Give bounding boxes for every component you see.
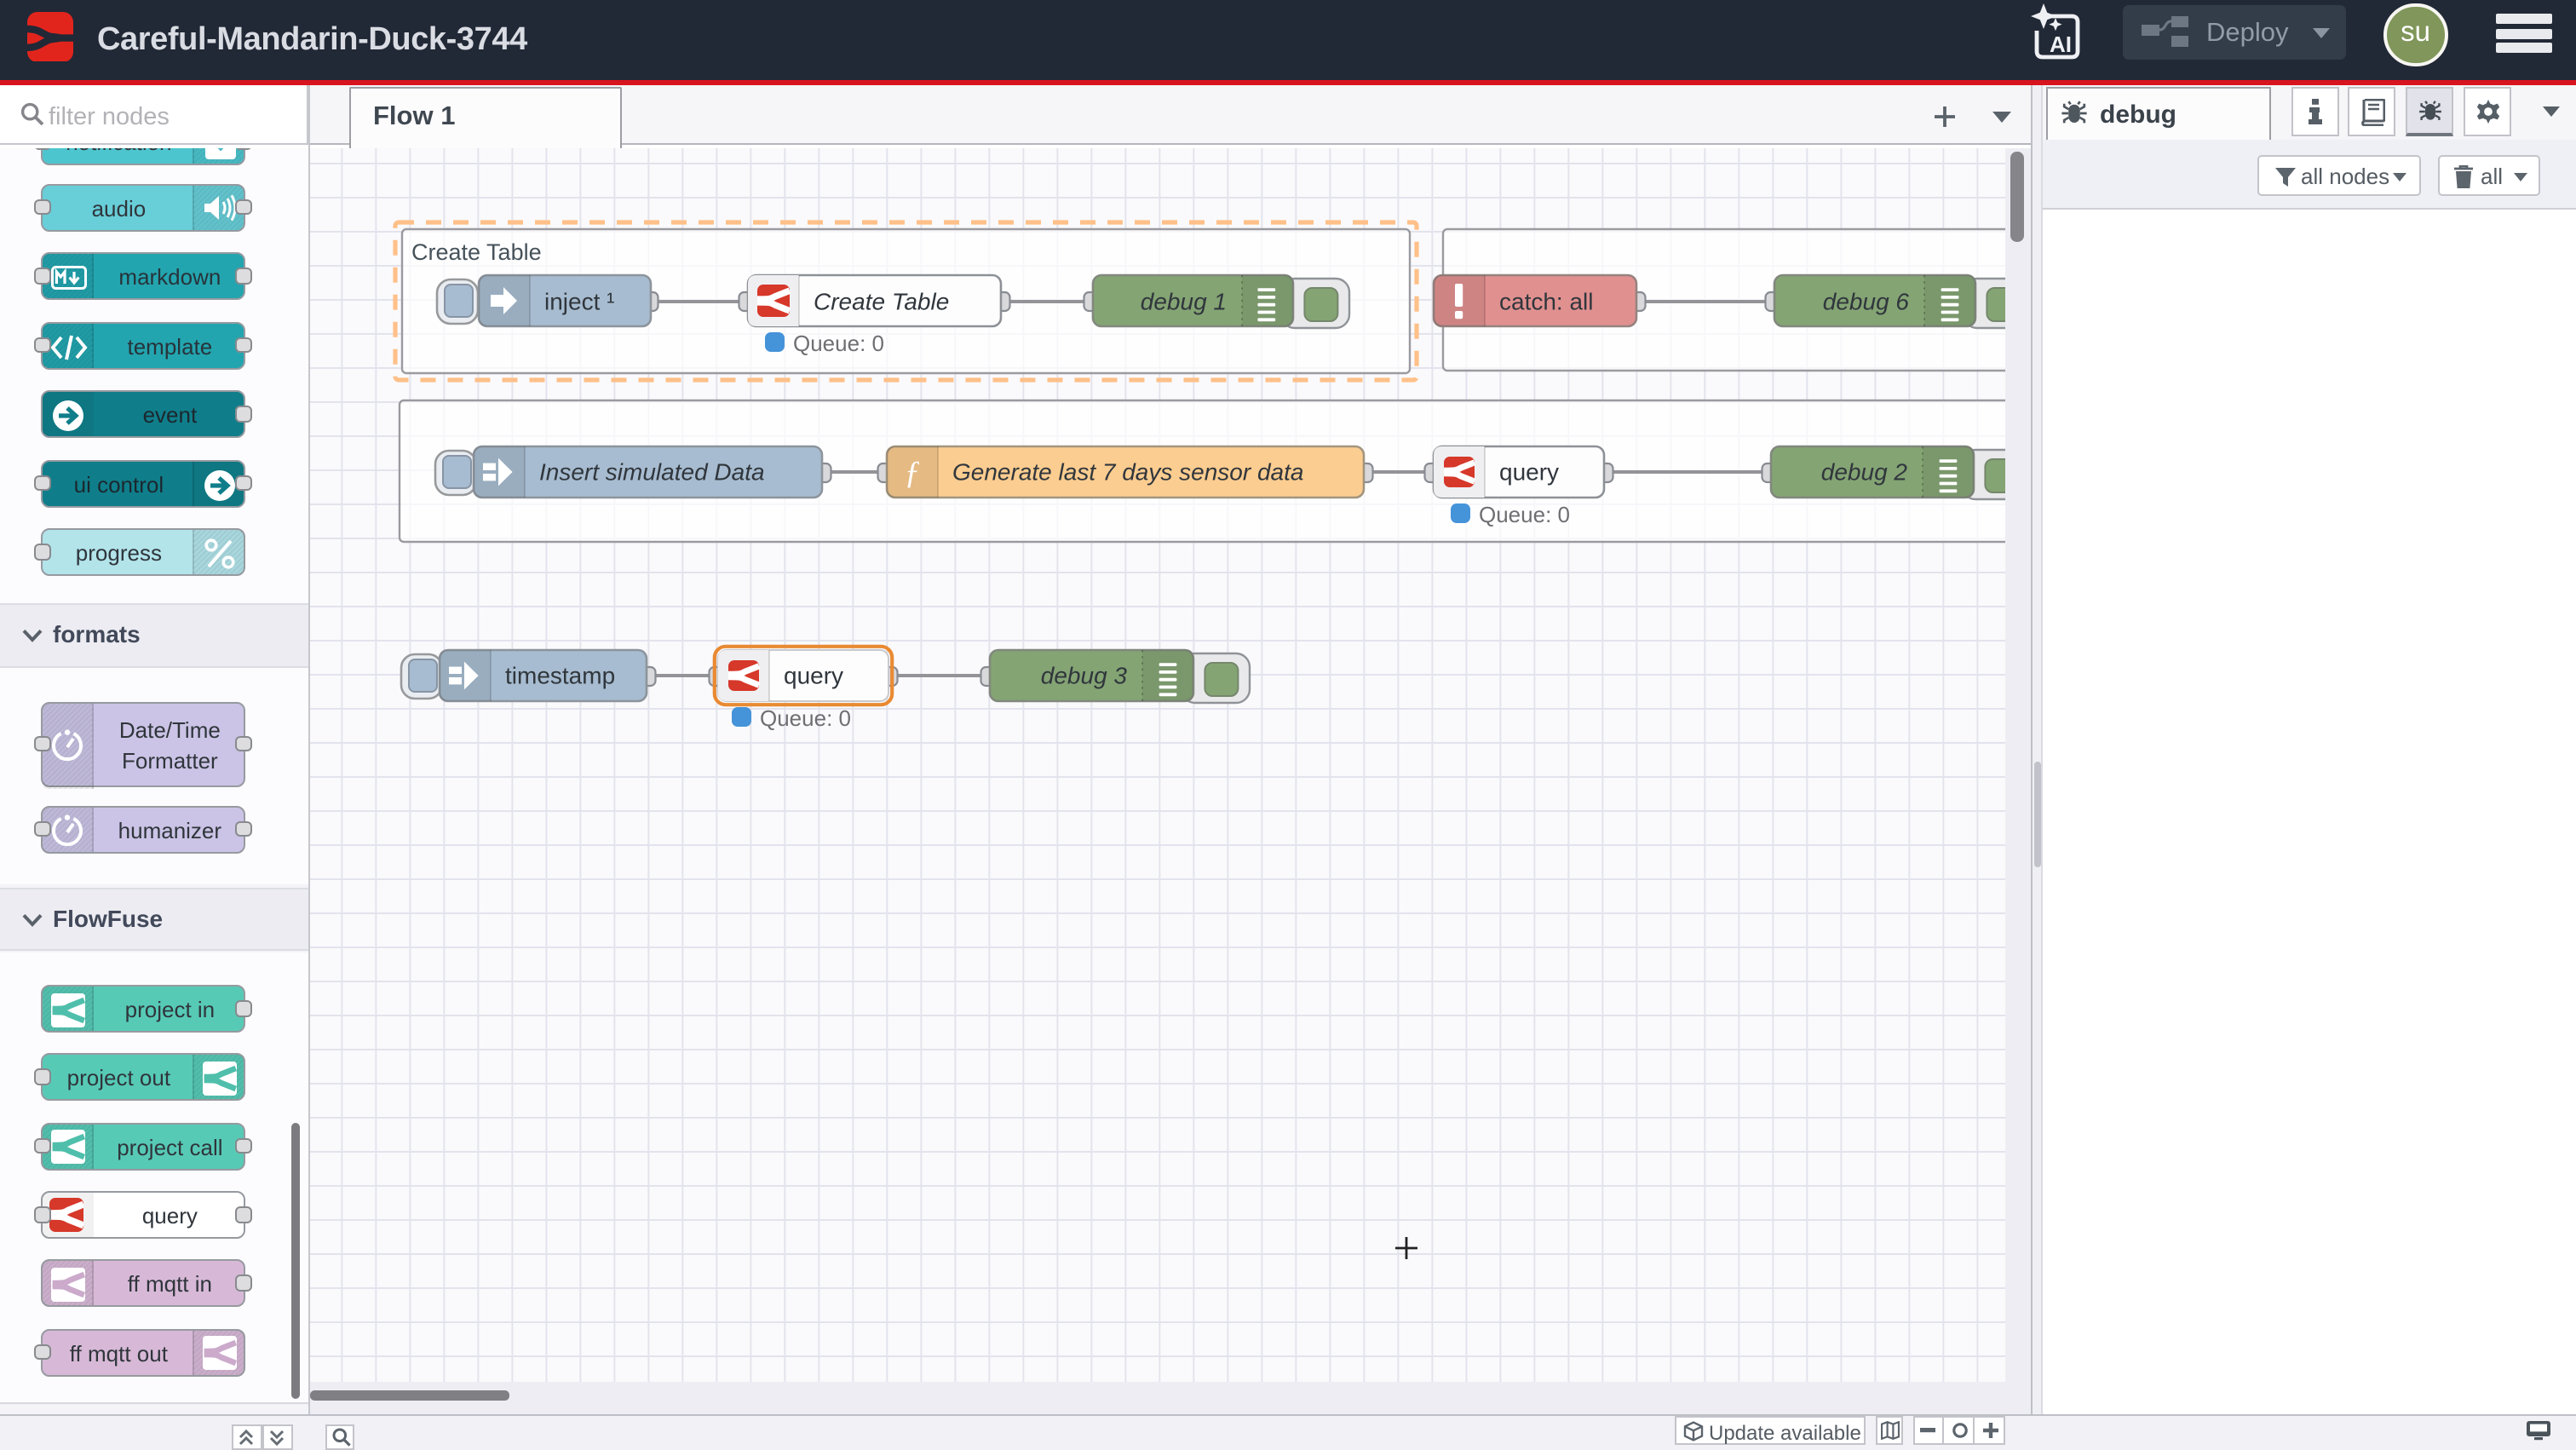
svg-text:timestamp: timestamp <box>505 661 615 688</box>
svg-text:Create Table: Create Table <box>814 287 949 314</box>
svg-text:Queue: 0: Queue: 0 <box>760 705 851 730</box>
svg-text:inject ¹: inject ¹ <box>544 287 614 314</box>
svg-text:debug 1: debug 1 <box>1140 287 1226 314</box>
svg-text:Generate last 7 days sensor da: Generate last 7 days sensor data <box>952 457 1303 484</box>
svg-text:debug 3: debug 3 <box>1040 661 1127 688</box>
svg-text:Insert simulated Data: Insert simulated Data <box>539 457 765 484</box>
svg-text:ƒ: ƒ <box>904 454 920 490</box>
svg-text:Queue: 0: Queue: 0 <box>793 330 884 355</box>
svg-text:Create Table: Create Table <box>411 239 542 264</box>
svg-text:query: query <box>784 661 843 688</box>
svg-text:AI: AI <box>2050 32 2072 57</box>
svg-text:catch: all: catch: all <box>1499 287 1594 314</box>
svg-text:debug 2: debug 2 <box>1820 457 1907 484</box>
svg-text:query: query <box>1499 457 1559 484</box>
svg-text:Queue: 0: Queue: 0 <box>1479 501 1570 526</box>
svg-text:debug 6: debug 6 <box>1822 287 1909 314</box>
